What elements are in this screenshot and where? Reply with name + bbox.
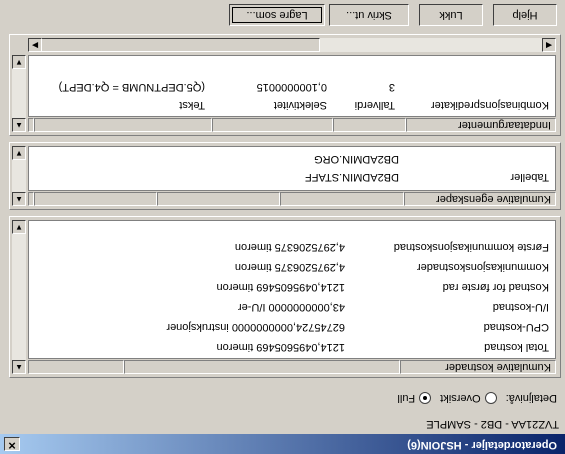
arguments-column-header-4[interactable] bbox=[34, 118, 213, 132]
properties-column-header-3[interactable] bbox=[157, 192, 281, 206]
scroll-thumb[interactable] bbox=[28, 38, 320, 52]
arguments-column-header-3[interactable] bbox=[212, 118, 334, 132]
scroll-down-icon[interactable]: ▼ bbox=[12, 55, 26, 69]
properties-list: Tabeller DB2ADMIN.STAFF DB2ADMIN.ORG bbox=[28, 146, 556, 191]
help-button[interactable]: Hjelp bbox=[493, 4, 557, 26]
costs-column-header-2[interactable] bbox=[124, 360, 400, 374]
costs-column-header[interactable]: Kumulative kostnader bbox=[400, 360, 556, 374]
properties-column-header-2[interactable] bbox=[280, 192, 404, 206]
scroll-up-icon[interactable]: ▲ bbox=[12, 118, 26, 132]
title-bar: Operatordetaljer - HSJOIN(6) ✕ bbox=[0, 434, 565, 454]
costs-list: Total kostnad 1214,0495605469 timeron CPU… bbox=[28, 220, 556, 359]
header-cell: Kombinasjonspredikater bbox=[430, 99, 549, 111]
costs-header: Kumulative kostnader bbox=[28, 360, 556, 374]
database-subtitle: TVZ21AA - DB2 - SAMPLE bbox=[426, 418, 559, 430]
arguments-column-header-5[interactable] bbox=[28, 118, 34, 132]
scroll-up-icon[interactable]: ▲ bbox=[12, 192, 26, 206]
cumulative-costs-panel: Kumulative kostnader Total kostnad 1214,0… bbox=[9, 216, 561, 378]
arguments-header: Inndataargumenter bbox=[28, 118, 556, 132]
window-title: Operatordetaljer - HSJOIN(6) bbox=[407, 439, 557, 451]
arguments-scrollbar[interactable]: ▲ ▼ bbox=[12, 55, 26, 132]
costs-column-header-3[interactable] bbox=[28, 360, 124, 374]
properties-column-header[interactable]: Kumulative egenskaper bbox=[403, 192, 556, 206]
scroll-left-icon[interactable]: ◀ bbox=[542, 38, 556, 52]
detail-level-label: Detaljnivå: bbox=[505, 392, 557, 404]
input-arguments-panel: Inndataargumenter Kombinasjonspredikater… bbox=[9, 34, 561, 136]
scroll-down-icon[interactable]: ▼ bbox=[12, 220, 26, 234]
close-button[interactable]: Lukk bbox=[419, 4, 483, 26]
arguments-list: Kombinasjonspredikater Tallverdi Selekti… bbox=[28, 55, 556, 117]
overview-radio[interactable] bbox=[484, 391, 497, 404]
header-cell: Selektivitet bbox=[273, 99, 327, 111]
scroll-up-icon[interactable]: ▲ bbox=[12, 360, 26, 374]
properties-column-header-4[interactable] bbox=[34, 192, 158, 206]
full-label[interactable]: Full bbox=[397, 392, 415, 404]
arguments-column-header[interactable]: Inndataargumenter bbox=[406, 118, 556, 132]
operator-details-window: Operatordetaljer - HSJOIN(6) ✕ TVZ21AA -… bbox=[0, 0, 565, 454]
full-radio[interactable] bbox=[419, 391, 432, 404]
close-window-button[interactable]: ✕ bbox=[4, 437, 20, 451]
scroll-right-icon[interactable]: ▶ bbox=[28, 38, 42, 52]
arguments-horizontal-scrollbar[interactable]: ◀ ▶ bbox=[28, 38, 556, 52]
print-button[interactable]: Skriv ut... bbox=[329, 4, 409, 26]
arguments-column-header-2[interactable] bbox=[333, 118, 407, 132]
overview-label[interactable]: Oversikt bbox=[440, 392, 480, 404]
properties-column-header-5[interactable] bbox=[28, 192, 35, 206]
costs-scrollbar[interactable]: ▲ ▼ bbox=[12, 220, 26, 374]
header-cell: Tekst bbox=[179, 99, 205, 111]
save-as-button[interactable]: Lagre som... bbox=[229, 4, 325, 26]
cumulative-properties-panel: Kumulative egenskaper Tabeller DB2ADMIN.S… bbox=[9, 142, 561, 210]
close-icon: ✕ bbox=[7, 439, 17, 450]
properties-header: Kumulative egenskaper bbox=[28, 192, 556, 206]
detail-level-group: Detaljnivå: Oversikt Full bbox=[397, 391, 557, 404]
header-cell: Tallverdi bbox=[354, 99, 395, 111]
scroll-down-icon[interactable]: ▼ bbox=[12, 146, 26, 160]
properties-scrollbar[interactable]: ▲ ▼ bbox=[12, 146, 26, 206]
